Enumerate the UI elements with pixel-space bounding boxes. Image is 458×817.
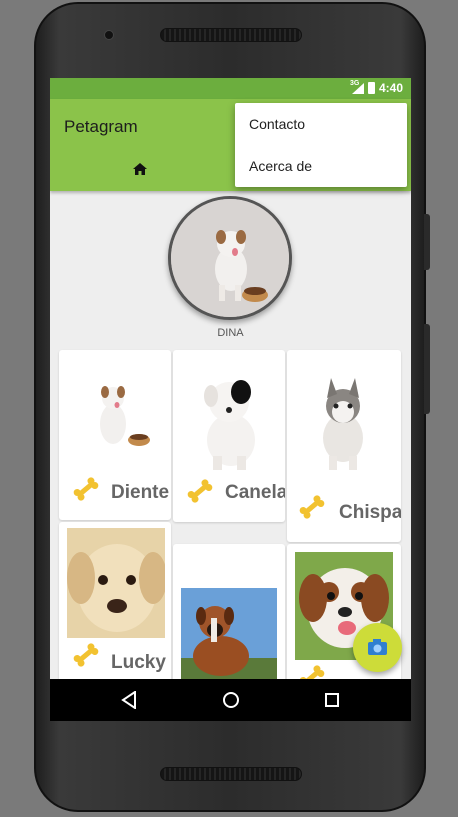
home-circle-icon[interactable] bbox=[222, 691, 240, 709]
profile-name: DINA bbox=[217, 327, 244, 339]
app-title: Petagram bbox=[64, 117, 138, 136]
volume-button bbox=[424, 324, 430, 414]
pet-name: Chispa bbox=[339, 502, 401, 523]
pet-card-chispa[interactable]: Chispa bbox=[287, 350, 401, 542]
bone-icon[interactable] bbox=[297, 492, 327, 522]
pet-photo bbox=[67, 528, 165, 638]
pet-name: Canela bbox=[225, 482, 285, 503]
camera-icon bbox=[368, 639, 387, 655]
pet-name: Lucky bbox=[111, 652, 166, 673]
bone-icon[interactable] bbox=[71, 640, 101, 670]
pet-card-lucky[interactable]: Lucky bbox=[59, 522, 171, 682]
pet-name: Diente bbox=[111, 482, 170, 503]
power-button bbox=[424, 214, 430, 270]
pet-photo bbox=[301, 368, 387, 474]
pet-card-canela[interactable]: Canela bbox=[173, 350, 285, 522]
navigation-bar bbox=[50, 679, 411, 721]
clock: 4:40 bbox=[378, 81, 403, 95]
pet-photo bbox=[181, 366, 281, 470]
signal-icon: 3G bbox=[349, 79, 364, 94]
bottom-speaker bbox=[160, 767, 302, 781]
home-icon[interactable] bbox=[133, 162, 147, 176]
menu-item-contacto[interactable]: Contacto bbox=[235, 103, 407, 145]
bone-icon[interactable] bbox=[185, 476, 215, 506]
phone-screen: 3G 4:40 Petagram DINA Diente Canela Chis… bbox=[50, 78, 411, 721]
pet-card-5[interactable] bbox=[173, 544, 285, 684]
menu-item-acerca-de[interactable]: Acerca de bbox=[235, 145, 407, 187]
profile-photo bbox=[168, 196, 292, 320]
front-camera bbox=[104, 30, 114, 40]
battery-icon bbox=[367, 82, 375, 94]
network-type: 3G bbox=[349, 79, 360, 87]
overflow-menu: Contacto Acerca de bbox=[235, 103, 407, 187]
pet-photo bbox=[77, 368, 161, 456]
earpiece-speaker bbox=[160, 28, 302, 42]
status-bar: 3G 4:40 bbox=[50, 78, 411, 99]
bone-icon[interactable] bbox=[71, 474, 101, 504]
recents-icon[interactable] bbox=[325, 693, 339, 707]
back-icon[interactable] bbox=[121, 691, 137, 709]
pet-photo bbox=[181, 588, 277, 684]
pet-card-diente[interactable]: Diente bbox=[59, 350, 171, 520]
camera-fab-button[interactable] bbox=[353, 623, 402, 672]
